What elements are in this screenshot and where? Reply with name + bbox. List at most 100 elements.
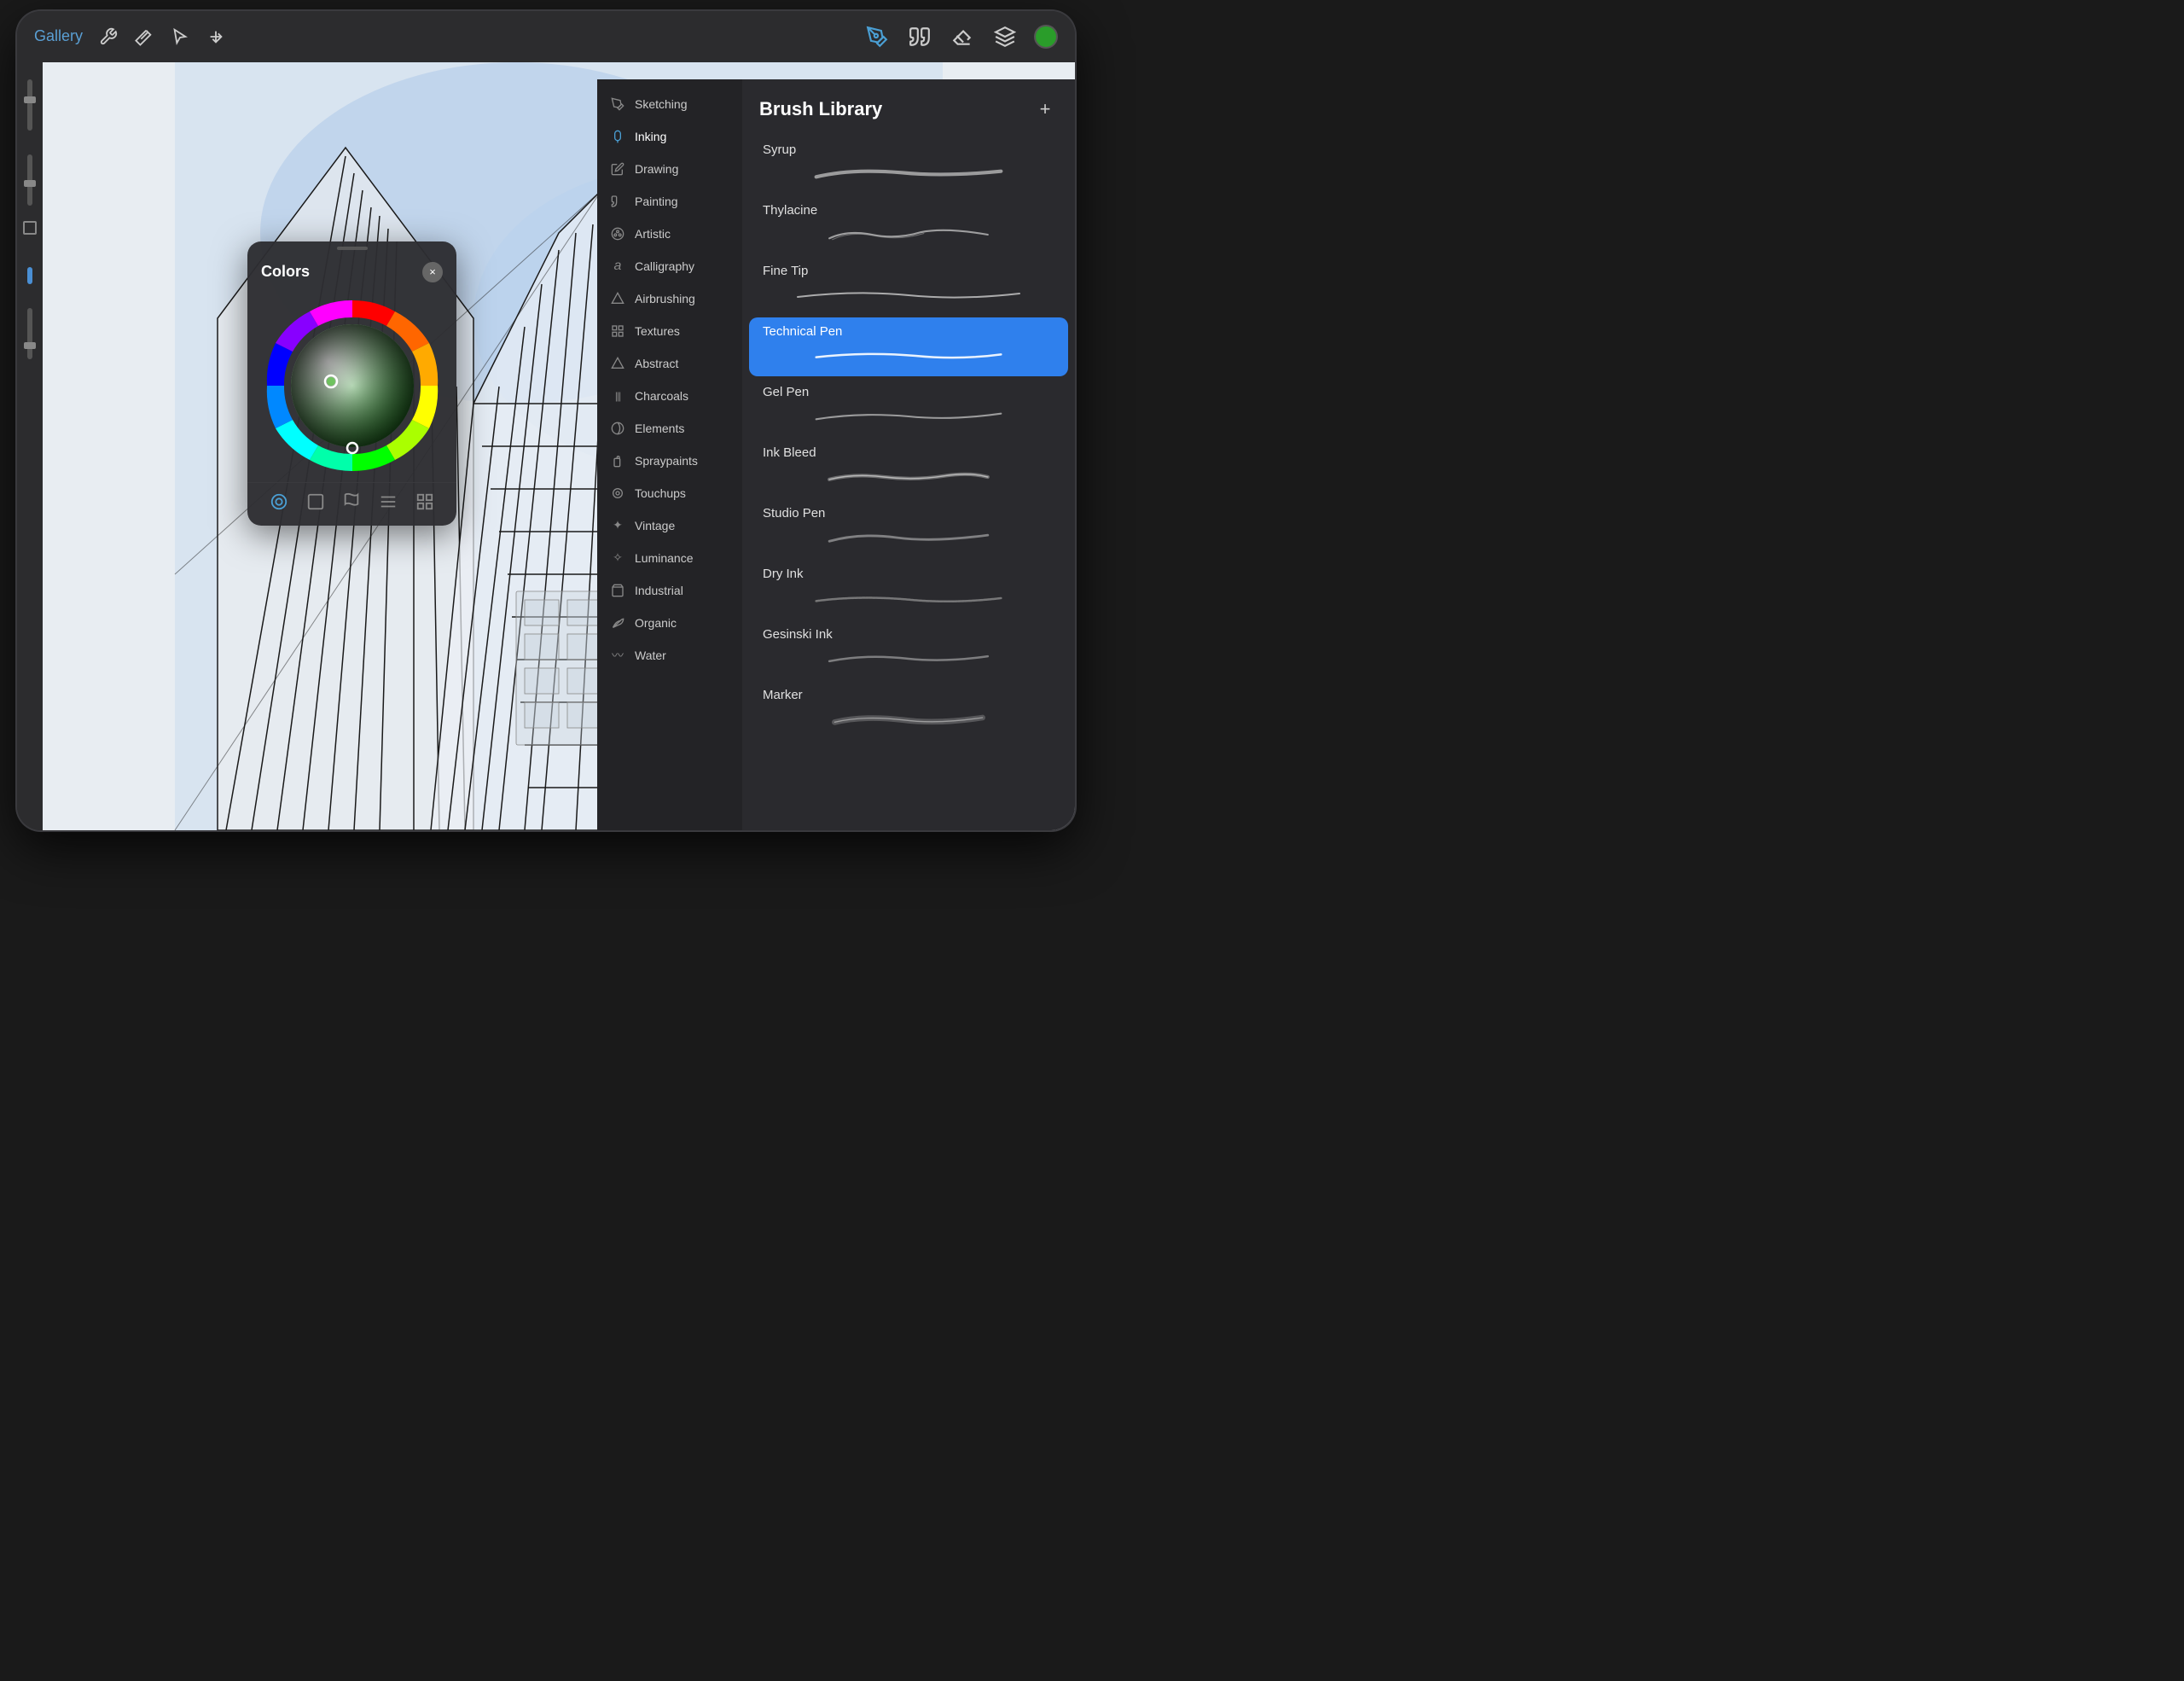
magic-icon[interactable] <box>132 25 156 49</box>
brush-name-dry-ink: Dry Ink <box>763 567 1054 581</box>
organic-icon <box>609 614 626 631</box>
brush-preview-fine-tip <box>763 283 1054 307</box>
brush-item-gesinski-ink[interactable]: Gesinski Ink <box>749 620 1068 679</box>
category-calligraphy[interactable]: a Calligraphy <box>597 250 742 282</box>
category-luminance[interactable]: ✧ Luminance <box>597 542 742 574</box>
category-charcoals[interactable]: ||| Charcoals <box>597 380 742 412</box>
brush-preview-dry-ink <box>763 586 1054 610</box>
brush-item-studio-pen[interactable]: Studio Pen <box>749 499 1068 558</box>
sidebar-toggle-icon[interactable] <box>27 267 32 284</box>
charcoals-icon: ||| <box>609 387 626 404</box>
size-slider[interactable] <box>27 154 32 206</box>
opacity-slider[interactable] <box>27 79 32 131</box>
brush-item-technical-pen[interactable]: Technical Pen <box>749 317 1068 376</box>
eraser-tool-icon[interactable] <box>949 23 976 50</box>
category-painting[interactable]: Painting <box>597 185 742 218</box>
artistic-icon <box>609 225 626 242</box>
add-brush-button[interactable]: + <box>1032 96 1058 122</box>
colors-tabs <box>247 482 456 526</box>
brush-item-dry-ink[interactable]: Dry Ink <box>749 560 1068 619</box>
size-slider-container[interactable] <box>27 154 32 206</box>
pen-tool-icon[interactable] <box>863 23 891 50</box>
water-icon: 〰 <box>609 647 626 664</box>
category-inking[interactable]: Inking <box>597 120 742 153</box>
category-spraypaints[interactable]: Spraypaints <box>597 445 742 477</box>
category-elements[interactable]: Elements <box>597 412 742 445</box>
category-textures[interactable]: Textures <box>597 315 742 347</box>
vintage-icon: ✦ <box>609 517 626 534</box>
brush-library-panel: Sketching Inking Drawing Painting <box>597 79 1075 830</box>
category-organic[interactable]: Organic <box>597 607 742 639</box>
category-airbrushing[interactable]: Airbrushing <box>597 282 742 315</box>
category-industrial[interactable]: Industrial <box>597 574 742 607</box>
extra-slider-container[interactable] <box>27 308 32 359</box>
category-water[interactable]: 〰 Water <box>597 639 742 672</box>
colors-panel: Colors × <box>247 241 456 526</box>
drag-handle <box>247 241 456 250</box>
brush-categories: Sketching Inking Drawing Painting <box>597 79 742 830</box>
category-abstract[interactable]: Abstract <box>597 347 742 380</box>
color-tab-square[interactable] <box>304 490 328 514</box>
brush-name-gel-pen: Gel Pen <box>763 385 1054 399</box>
category-artistic[interactable]: Artistic <box>597 218 742 250</box>
luminance-icon: ✧ <box>609 550 626 567</box>
color-swatch[interactable] <box>1034 25 1058 49</box>
color-tab-wheel[interactable] <box>267 490 291 514</box>
color-wheel[interactable] <box>263 296 442 475</box>
brush-library-title: Brush Library <box>759 98 882 120</box>
drawing-icon <box>609 160 626 177</box>
inking-icon <box>609 128 626 145</box>
color-tab-palette[interactable] <box>376 490 400 514</box>
painting-icon <box>609 193 626 210</box>
brush-preview-syrup <box>763 162 1054 186</box>
tablet-frame: Gallery <box>17 11 1075 830</box>
selection-icon[interactable] <box>168 25 192 49</box>
color-tab-grid[interactable] <box>413 490 437 514</box>
brush-item-marker[interactable]: Marker <box>749 681 1068 740</box>
color-tab-sliders[interactable] <box>340 490 363 514</box>
extra-slider[interactable] <box>27 308 32 359</box>
layers-tool-icon[interactable] <box>991 23 1019 50</box>
brush-name-ink-bleed: Ink Bleed <box>763 445 1054 460</box>
colors-close-button[interactable]: × <box>422 262 443 282</box>
brush-item-fine-tip[interactable]: Fine Tip <box>749 257 1068 316</box>
brush-item-thylacine[interactable]: Thylacine <box>749 196 1068 255</box>
brush-preview-gel-pen <box>763 404 1054 428</box>
transform-icon[interactable] <box>204 25 228 49</box>
top-bar: Gallery <box>17 11 1075 62</box>
brush-name-thylacine: Thylacine <box>763 203 1054 218</box>
touchups-icon <box>609 485 626 502</box>
airbrushing-icon <box>609 290 626 307</box>
sketching-icon <box>609 96 626 113</box>
brush-item-ink-bleed[interactable]: Ink Bleed <box>749 439 1068 497</box>
brush-preview-marker <box>763 707 1054 731</box>
brush-preview-ink-bleed <box>763 465 1054 489</box>
brush-name-technical-pen: Technical Pen <box>763 324 1054 339</box>
sidebar-undo-icon[interactable] <box>23 221 37 235</box>
brush-preview-technical-pen <box>763 344 1054 368</box>
brush-name-gesinski-ink: Gesinski Ink <box>763 627 1054 642</box>
brush-tool-icon[interactable] <box>906 23 933 50</box>
brush-item-gel-pen[interactable]: Gel Pen <box>749 378 1068 437</box>
opacity-slider-container[interactable] <box>27 79 32 131</box>
colors-title: Colors <box>261 263 310 281</box>
color-wheel-container[interactable] <box>247 289 456 482</box>
category-touchups[interactable]: Touchups <box>597 477 742 509</box>
wrench-icon[interactable] <box>96 25 120 49</box>
brush-preview-studio-pen <box>763 526 1054 550</box>
brush-name-marker: Marker <box>763 688 1054 702</box>
gallery-button[interactable]: Gallery <box>34 27 83 45</box>
brush-preview-thylacine <box>763 223 1054 247</box>
category-sketching[interactable]: Sketching <box>597 88 742 120</box>
brush-item-syrup[interactable]: Syrup <box>749 136 1068 195</box>
spraypaints-icon <box>609 452 626 469</box>
industrial-icon <box>609 582 626 599</box>
brush-preview-gesinski-ink <box>763 647 1054 671</box>
elements-icon <box>609 420 626 437</box>
category-drawing[interactable]: Drawing <box>597 153 742 185</box>
category-vintage[interactable]: ✦ Vintage <box>597 509 742 542</box>
abstract-icon <box>609 355 626 372</box>
calligraphy-icon: a <box>609 258 626 275</box>
brush-name-studio-pen: Studio Pen <box>763 506 1054 521</box>
left-sidebar <box>17 62 43 830</box>
